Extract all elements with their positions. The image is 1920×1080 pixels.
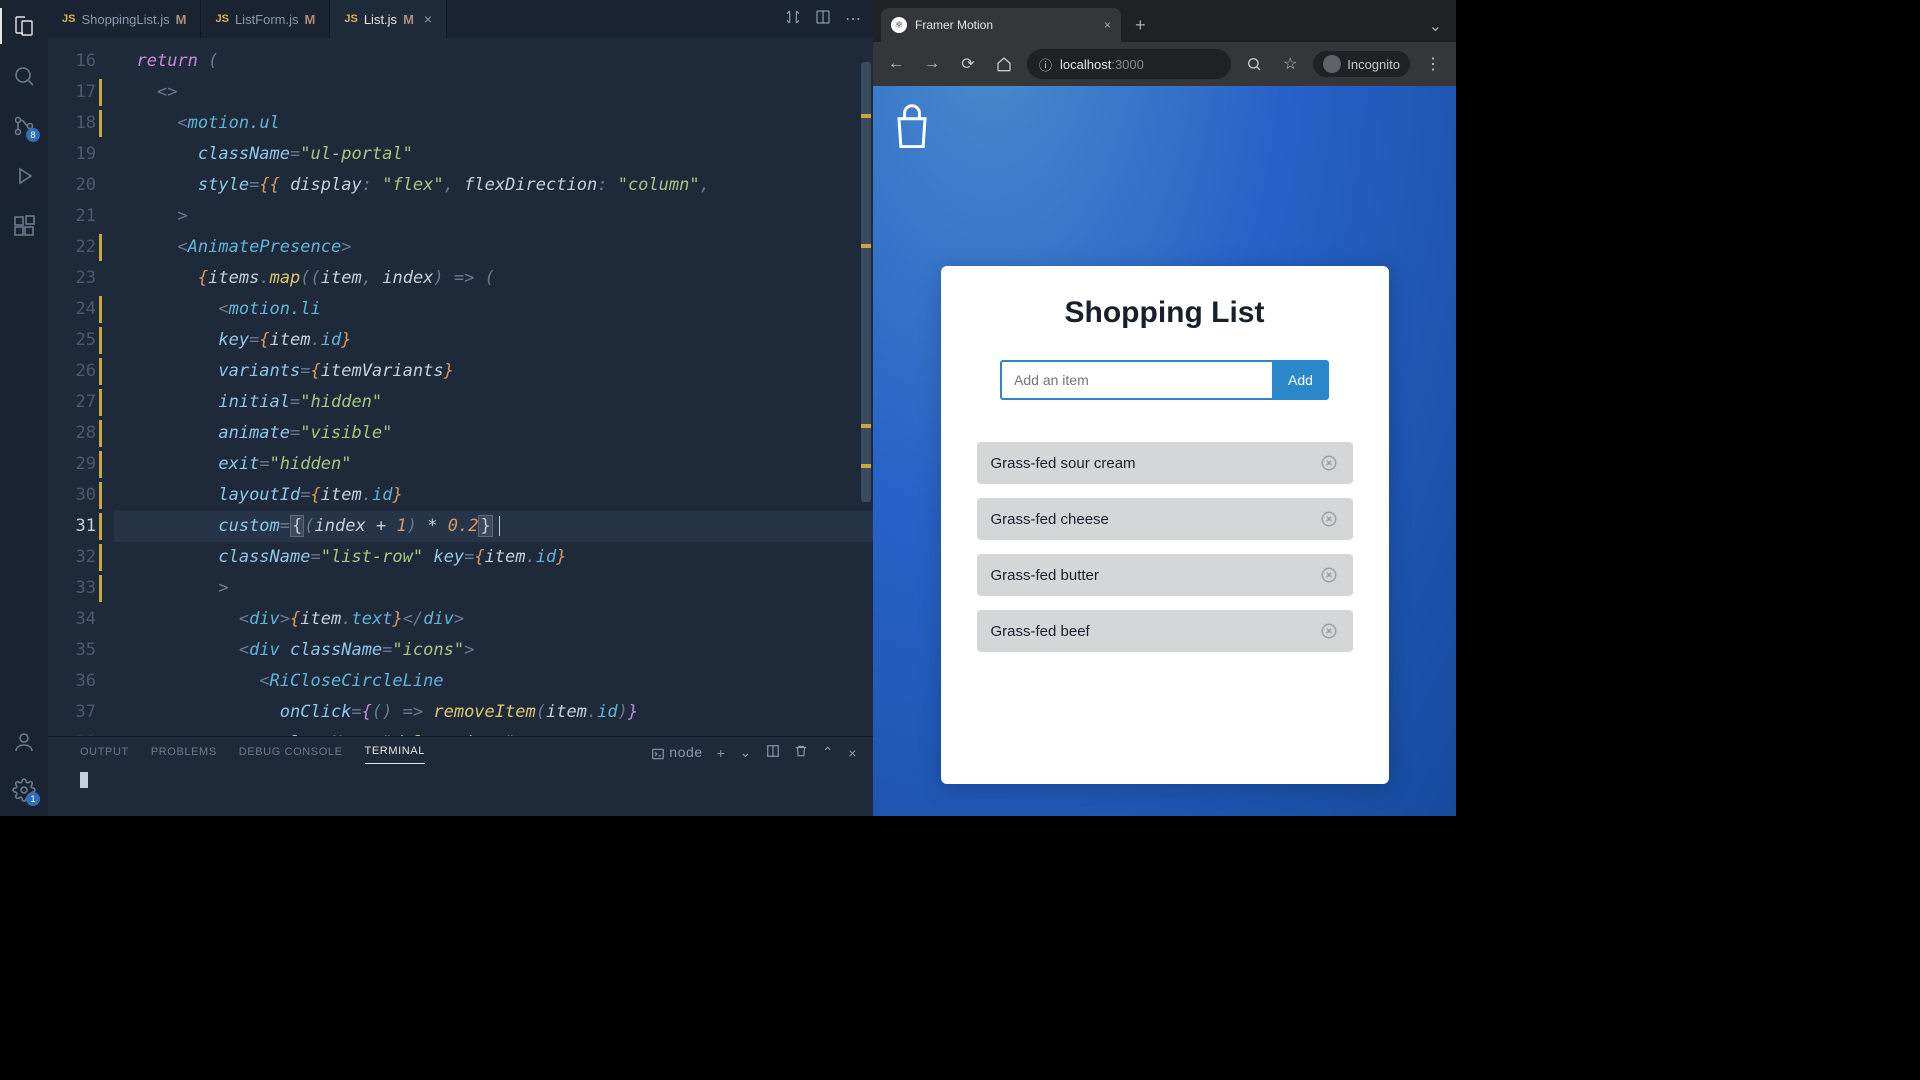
modified-indicator: M bbox=[403, 12, 414, 27]
panel-tabs: OUTPUT PROBLEMS DEBUG CONSOLE TERMINAL n… bbox=[48, 737, 873, 764]
item-text: Grass-fed cheese bbox=[991, 511, 1109, 528]
tab-dropdown-icon[interactable]: ⌄ bbox=[1423, 10, 1448, 42]
js-file-icon: JS bbox=[215, 13, 228, 25]
card-title: Shopping List bbox=[977, 296, 1353, 330]
new-terminal-icon[interactable]: + bbox=[717, 745, 726, 761]
compare-icon[interactable] bbox=[785, 9, 801, 30]
forward-icon[interactable]: → bbox=[919, 51, 945, 77]
reload-icon[interactable]: ⟳ bbox=[955, 51, 981, 77]
split-icon[interactable] bbox=[815, 9, 831, 30]
activity-bar: 8 1 bbox=[0, 0, 48, 816]
change-marker bbox=[861, 424, 871, 428]
list-item[interactable]: Grass-fed butter bbox=[977, 554, 1353, 596]
browser-tab-title: Framer Motion bbox=[915, 18, 993, 32]
tab-listform[interactable]: JS ListForm.js M bbox=[201, 0, 330, 38]
bookmark-icon[interactable]: ☆ bbox=[1277, 51, 1303, 77]
url-port: :3000 bbox=[1111, 57, 1144, 72]
line-gutter: 1617181920212223242526272829303132333435… bbox=[48, 38, 114, 736]
browser-tabstrip: ⚛ Framer Motion × + ⌄ bbox=[873, 0, 1456, 42]
explorer-icon[interactable] bbox=[10, 12, 38, 40]
list-item[interactable]: Grass-fed beef bbox=[977, 610, 1353, 652]
incognito-label: Incognito bbox=[1347, 57, 1400, 72]
item-text: Grass-fed butter bbox=[991, 567, 1099, 584]
scm-icon[interactable]: 8 bbox=[10, 112, 38, 140]
panel-tab-output[interactable]: OUTPUT bbox=[80, 746, 129, 764]
back-icon[interactable]: ← bbox=[883, 51, 909, 77]
list-item[interactable]: Grass-fed sour cream bbox=[977, 442, 1353, 484]
close-icon[interactable]: × bbox=[424, 11, 432, 27]
add-row: Add bbox=[977, 360, 1353, 400]
delete-item-icon[interactable] bbox=[1319, 621, 1339, 641]
change-marker bbox=[861, 464, 871, 468]
vscode-window: 8 1 JS ShoppingList.js M JS bbox=[0, 0, 873, 816]
list-item[interactable]: Grass-fed cheese bbox=[977, 498, 1353, 540]
browser-menu-icon[interactable]: ⋮ bbox=[1420, 51, 1446, 77]
change-marker bbox=[861, 114, 871, 118]
delete-item-icon[interactable] bbox=[1319, 565, 1339, 585]
account-icon[interactable] bbox=[10, 728, 38, 756]
terminal-body[interactable] bbox=[48, 764, 873, 796]
new-tab-icon[interactable]: + bbox=[1127, 9, 1154, 42]
tab-label: List.js bbox=[364, 12, 397, 27]
extensions-icon[interactable] bbox=[10, 212, 38, 240]
home-icon[interactable] bbox=[991, 51, 1017, 77]
incognito-chip[interactable]: Incognito bbox=[1313, 51, 1410, 77]
change-marker bbox=[861, 244, 871, 248]
scrollbar-thumb[interactable] bbox=[861, 62, 871, 502]
delete-item-icon[interactable] bbox=[1319, 453, 1339, 473]
tab-shoppinglist[interactable]: JS ShoppingList.js M bbox=[48, 0, 201, 38]
panel-tab-debug[interactable]: DEBUG CONSOLE bbox=[239, 746, 343, 764]
modified-indicator: M bbox=[305, 12, 316, 27]
close-tab-icon[interactable]: × bbox=[1104, 18, 1111, 32]
shopping-bag-icon bbox=[889, 102, 935, 159]
code-content[interactable]: return ( <> <motion.ul className="ul-por… bbox=[114, 38, 873, 736]
item-list: Grass-fed sour cream Grass-fed cheese Gras… bbox=[977, 442, 1353, 652]
tab-label: ListForm.js bbox=[235, 12, 299, 27]
terminal-dropdown-icon[interactable]: ⌄ bbox=[740, 744, 752, 761]
tab-label: ShoppingList.js bbox=[81, 12, 169, 27]
incognito-icon bbox=[1323, 55, 1341, 73]
item-text: Grass-fed beef bbox=[991, 623, 1090, 640]
favicon: ⚛ bbox=[891, 17, 907, 33]
panel-tab-problems[interactable]: PROBLEMS bbox=[151, 746, 217, 764]
editor-area: JS ShoppingList.js M JS ListForm.js M JS… bbox=[48, 0, 873, 816]
terminal-shell-picker[interactable]: node bbox=[651, 744, 703, 760]
bottom-panel: OUTPUT PROBLEMS DEBUG CONSOLE TERMINAL n… bbox=[48, 736, 873, 816]
code-editor[interactable]: 1617181920212223242526272829303132333435… bbox=[48, 38, 873, 736]
url-bar[interactable]: ⓘ localhost:3000 bbox=[1027, 49, 1231, 79]
search-icon[interactable] bbox=[10, 62, 38, 90]
close-panel-icon[interactable]: × bbox=[848, 745, 857, 761]
js-file-icon: JS bbox=[344, 13, 357, 25]
more-icon[interactable]: ⋯ bbox=[845, 9, 861, 29]
delete-item-icon[interactable] bbox=[1319, 509, 1339, 529]
shopping-card: Shopping List Add Grass-fed sour creamGr… bbox=[941, 266, 1389, 784]
editor-tabs: JS ShoppingList.js M JS ListForm.js M JS… bbox=[48, 0, 873, 38]
maximize-panel-icon[interactable]: ⌃ bbox=[822, 744, 834, 761]
search-page-icon[interactable] bbox=[1241, 51, 1267, 77]
settings-badge: 1 bbox=[26, 792, 40, 806]
add-item-input[interactable] bbox=[1000, 360, 1272, 400]
modified-indicator: M bbox=[176, 12, 187, 27]
scrollbar[interactable] bbox=[859, 38, 873, 736]
split-terminal-icon[interactable] bbox=[766, 744, 780, 761]
tab-listm-list[interactable]: JS List.js M × bbox=[330, 0, 447, 38]
page-viewport: Shopping List Add Grass-fed sour creamGr… bbox=[873, 86, 1456, 816]
js-file-icon: JS bbox=[62, 13, 75, 25]
trash-icon[interactable] bbox=[794, 744, 808, 761]
tabs-actions: ⋯ bbox=[773, 0, 873, 38]
panel-tab-terminal[interactable]: TERMINAL bbox=[365, 745, 425, 764]
debug-icon[interactable] bbox=[10, 162, 38, 190]
browser-tab[interactable]: ⚛ Framer Motion × bbox=[881, 8, 1121, 42]
settings-icon[interactable]: 1 bbox=[10, 776, 38, 804]
scm-badge: 8 bbox=[26, 128, 40, 142]
browser-window: ⚛ Framer Motion × + ⌄ ← → ⟳ ⓘ localhost:… bbox=[873, 0, 1456, 816]
add-button[interactable]: Add bbox=[1272, 360, 1329, 400]
browser-toolbar: ← → ⟳ ⓘ localhost:3000 ☆ Incognito ⋮ bbox=[873, 42, 1456, 86]
site-info-icon[interactable]: ⓘ bbox=[1039, 55, 1052, 74]
url-host: localhost bbox=[1060, 57, 1111, 72]
item-text: Grass-fed sour cream bbox=[991, 455, 1136, 472]
